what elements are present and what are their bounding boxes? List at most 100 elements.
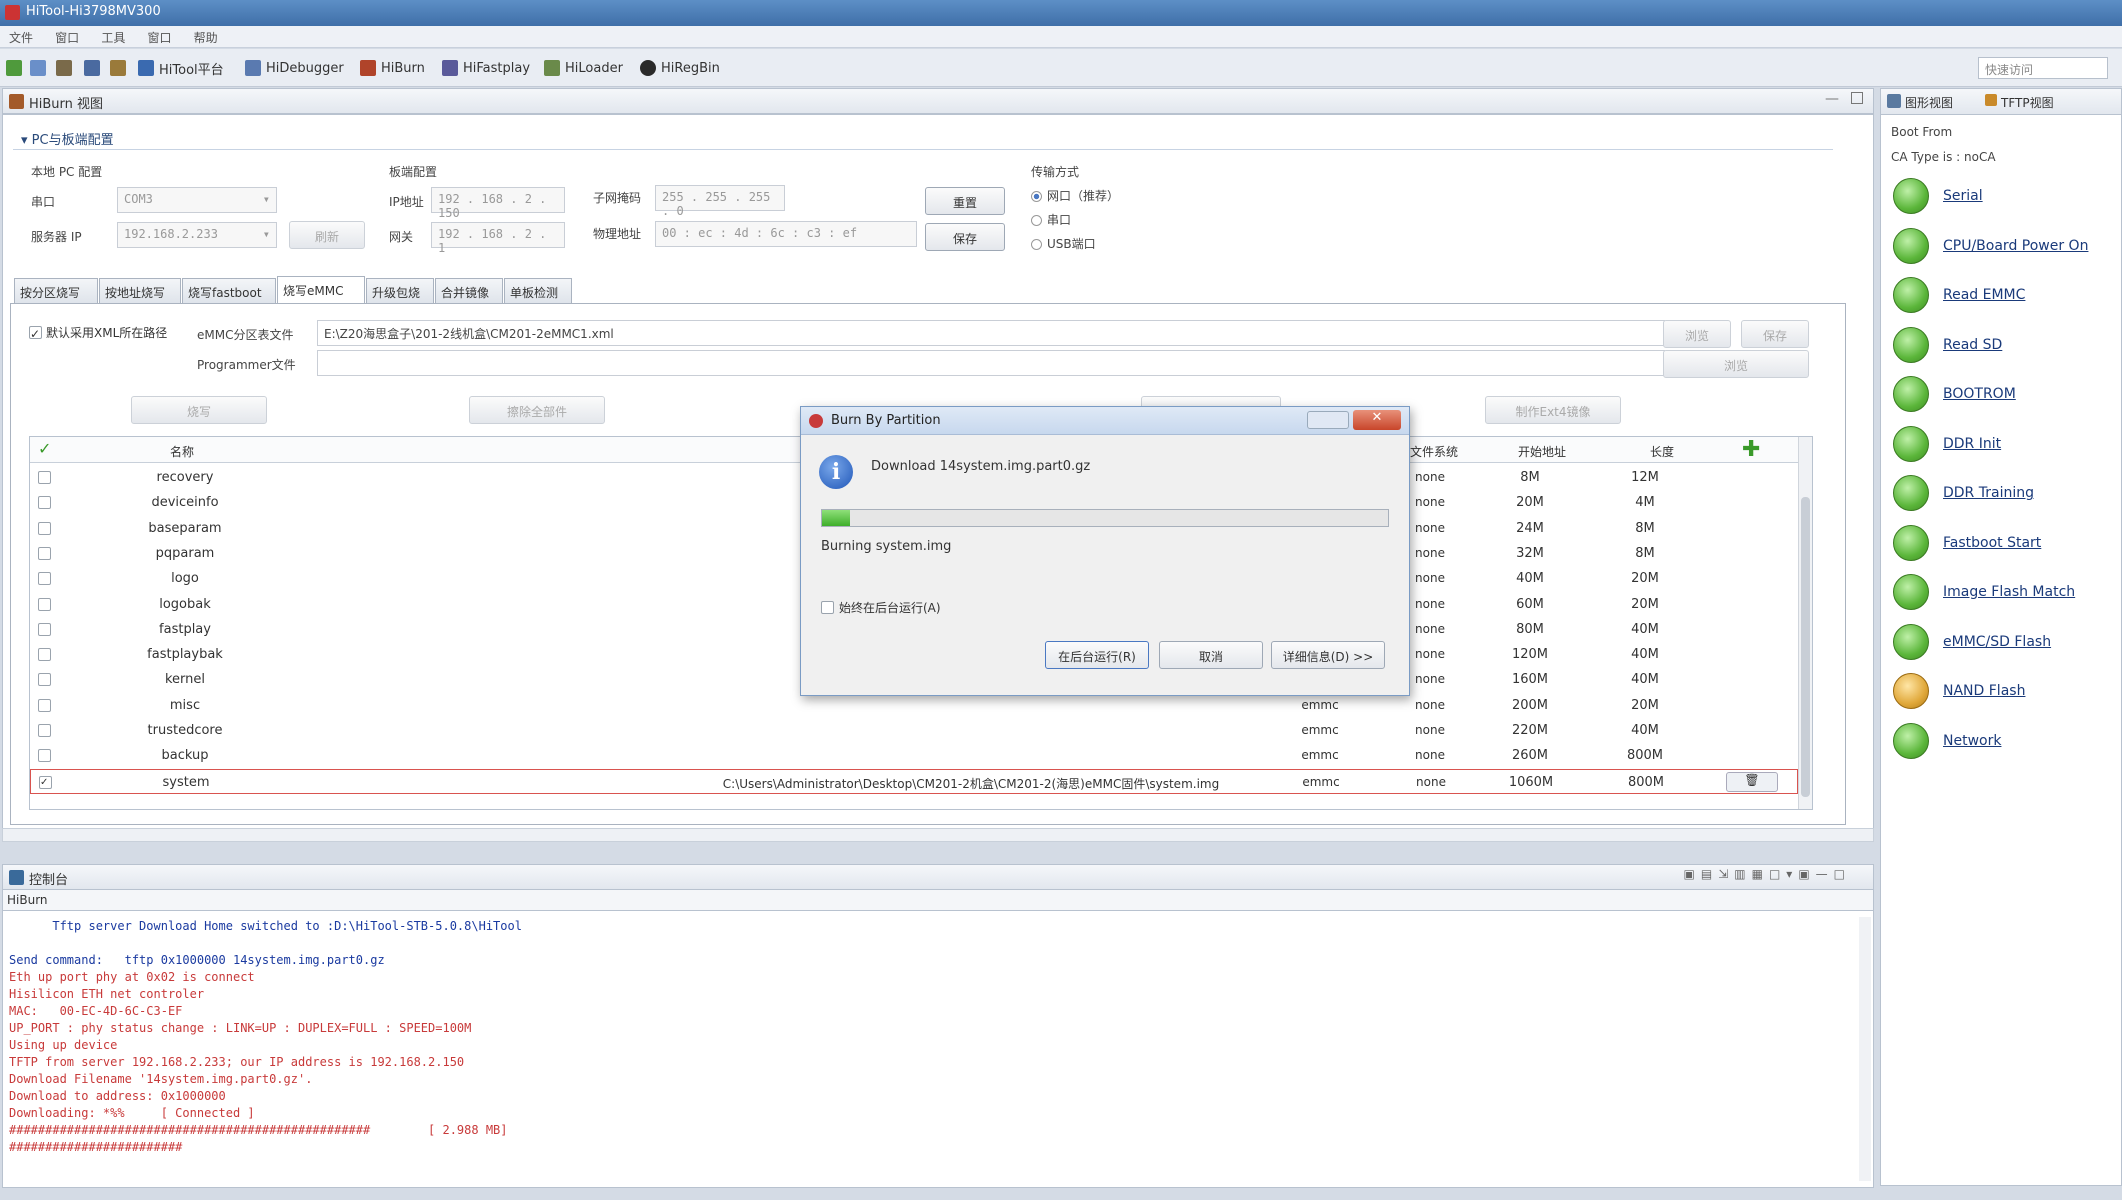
toolbar-hiloader-button[interactable]: HiLoader — [544, 57, 623, 79]
row-checkbox[interactable] — [38, 521, 51, 535]
boot-step[interactable]: eMMC/SD Flash — [1893, 622, 2051, 662]
horizontal-scrollbar[interactable] — [2, 828, 1874, 842]
boot-step[interactable]: NAND Flash — [1893, 671, 2025, 711]
row-checkbox[interactable] — [38, 597, 51, 611]
sync-icon[interactable] — [6, 60, 22, 76]
menu-item-help[interactable]: 帮助 — [185, 26, 227, 46]
row-checkbox[interactable] — [38, 724, 51, 737]
toolbar-hiburn-button[interactable]: HiBurn — [360, 57, 425, 79]
default-xml-path-checkbox[interactable]: ✓ 默认采用XML所在路径 — [29, 324, 167, 341]
erase-all-button[interactable]: 擦除全部件 — [469, 396, 605, 424]
tab-address-burn[interactable]: 按地址烧写 — [99, 278, 181, 303]
tab-upgrade[interactable]: 升级包烧 — [366, 278, 434, 303]
server-ip-select[interactable]: 192.168.2.233 ▾ — [117, 222, 277, 248]
console-toolbar-icons[interactable]: ▣▤⇲▥▦□▾▣—□ — [1684, 867, 1851, 881]
row-checkbox[interactable] — [38, 673, 51, 687]
delete-row-button[interactable]: 🗑 — [1726, 771, 1778, 792]
always-background-checkbox[interactable]: 始终在后台运行(A) — [821, 599, 941, 616]
make-ext4-button[interactable]: 制作Ext4镜像 — [1485, 396, 1621, 424]
board-save-button[interactable]: 保存 — [925, 223, 1005, 251]
connect-icon[interactable] — [56, 60, 72, 76]
port-select[interactable]: COM3 ▾ — [117, 187, 277, 213]
browse-programmer-button[interactable]: 浏览 — [1663, 350, 1809, 378]
tab-board-check[interactable]: 单板检测 — [504, 278, 572, 303]
console-scrollbar[interactable] — [1859, 917, 1871, 1181]
row-checkbox[interactable] — [38, 572, 51, 586]
table-row[interactable]: ✓ system C:\Users\Administrator\Desktop\CM… — [30, 768, 1798, 794]
toolbar-hifastplay-button[interactable]: HiFastplay — [442, 57, 530, 79]
menu-item-window[interactable]: 窗口 — [46, 26, 88, 46]
row-checkbox[interactable] — [38, 622, 51, 636]
transfer-option-serial[interactable]: 串口 — [1031, 211, 1071, 228]
dialog-maximize-button[interactable] — [1307, 411, 1349, 429]
transfer-option-usb[interactable]: USB端口 — [1031, 235, 1096, 252]
tab-emmc-burn[interactable]: 烧写eMMC — [277, 276, 365, 303]
details-button[interactable]: 详细信息(D) >> — [1271, 641, 1385, 669]
board-icon[interactable] — [110, 60, 126, 76]
boot-step[interactable]: Serial — [1893, 176, 1983, 216]
dialog-close-button[interactable]: ✕ — [1353, 410, 1401, 430]
boot-step[interactable]: DDR Init — [1893, 424, 2001, 464]
toolbar-hidebugger-button[interactable]: HiDebugger — [245, 57, 344, 79]
scrollbar-thumb[interactable] — [1801, 497, 1810, 797]
board-reset-button[interactable]: 重置 — [925, 187, 1005, 215]
add-row-icon[interactable]: ✚ — [1742, 437, 1760, 462]
boot-step[interactable]: Image Flash Match — [1893, 572, 2075, 612]
maximize-icon[interactable] — [1851, 92, 1863, 104]
boot-step-label[interactable]: DDR Training — [1943, 485, 2034, 501]
boot-step-label[interactable]: NAND Flash — [1943, 683, 2025, 699]
browse-button[interactable]: 浏览 — [1663, 320, 1731, 348]
menu-item-window2[interactable]: 窗口 — [138, 26, 180, 46]
swap-icon[interactable] — [30, 60, 46, 76]
section-title[interactable]: ▾ PC与板端配置 — [21, 129, 114, 148]
row-checkbox[interactable]: ✓ — [39, 775, 52, 789]
minimize-icon[interactable]: — — [1825, 91, 1839, 107]
table-scrollbar[interactable] — [1798, 437, 1812, 809]
burn-button[interactable]: 烧写 — [131, 396, 267, 424]
boot-step-label[interactable]: Fastboot Start — [1943, 535, 2041, 551]
boot-step-label[interactable]: Read EMMC — [1943, 287, 2025, 303]
row-checkbox[interactable] — [38, 648, 51, 662]
ip-field[interactable]: 192 . 168 . 2 . 150 — [431, 187, 565, 220]
refresh-button[interactable]: 刷新 — [289, 221, 365, 249]
dialog-cancel-button[interactable]: 取消 — [1159, 641, 1263, 669]
boot-step-label[interactable]: Read SD — [1943, 337, 2002, 353]
mask-field[interactable]: 255 . 255 . 255 . 0 — [655, 185, 785, 218]
toolbar-hiregbin-button[interactable]: HiRegBin — [640, 57, 720, 79]
boot-step[interactable]: DDR Training — [1893, 473, 2034, 513]
table-row[interactable]: misc emmc none 200M 20M — [30, 693, 1798, 718]
row-checkbox[interactable] — [38, 546, 51, 560]
boot-step-label[interactable]: Serial — [1943, 188, 1983, 204]
transfer-option-net[interactable]: 网口（推荐） — [1031, 187, 1119, 204]
run-in-background-button[interactable]: 在后台运行(R) — [1045, 641, 1149, 669]
quick-access-input[interactable]: 快速访问 — [1978, 57, 2108, 79]
row-checkbox[interactable] — [38, 749, 51, 763]
boot-step[interactable]: Network — [1893, 721, 2001, 761]
tab-fastboot-burn[interactable]: 烧写fastboot — [182, 278, 276, 303]
programmer-field[interactable] — [317, 350, 1665, 376]
chip-icon[interactable] — [84, 60, 100, 76]
menu-item-tools[interactable]: 工具 — [92, 26, 134, 46]
table-row[interactable]: trustedcore emmc none 220M 40M — [30, 718, 1798, 743]
boot-step[interactable]: BOOTROM — [1893, 374, 2016, 414]
boot-step-label[interactable]: DDR Init — [1943, 436, 2001, 452]
boot-step[interactable]: Read SD — [1893, 325, 2002, 365]
table-row[interactable]: backup emmc none 260M 800M — [30, 743, 1798, 768]
toolbar-hitool-button[interactable]: HiTool平台 — [138, 57, 224, 79]
tab-tftp-view[interactable]: TFTP视图 — [2001, 94, 2054, 111]
partition-file-field[interactable]: E:\Z20海思盒子\201-2线机盒\CM201-2eMMC1.xml — [317, 320, 1665, 346]
tab-partition-burn[interactable]: 按分区烧写 — [14, 278, 98, 303]
gateway-field[interactable]: 192 . 168 . 2 . 1 — [431, 222, 565, 255]
boot-step[interactable]: CPU/Board Power On — [1893, 226, 2088, 266]
save-partition-button[interactable]: 保存 — [1741, 320, 1809, 348]
row-checkbox[interactable] — [38, 496, 51, 510]
boot-step-label[interactable]: CPU/Board Power On — [1943, 238, 2088, 254]
tab-merge-image[interactable]: 合并镜像 — [435, 278, 503, 303]
row-checkbox[interactable] — [38, 471, 51, 484]
boot-step[interactable]: Read EMMC — [1893, 275, 2025, 315]
check-all-icon[interactable]: ✓ — [38, 439, 51, 458]
tab-graph-view[interactable]: 图形视图 — [1905, 94, 1953, 111]
boot-step-label[interactable]: BOOTROM — [1943, 386, 2016, 402]
boot-step-label[interactable]: Image Flash Match — [1943, 584, 2075, 600]
menu-item-file[interactable]: 文件 — [0, 26, 42, 46]
